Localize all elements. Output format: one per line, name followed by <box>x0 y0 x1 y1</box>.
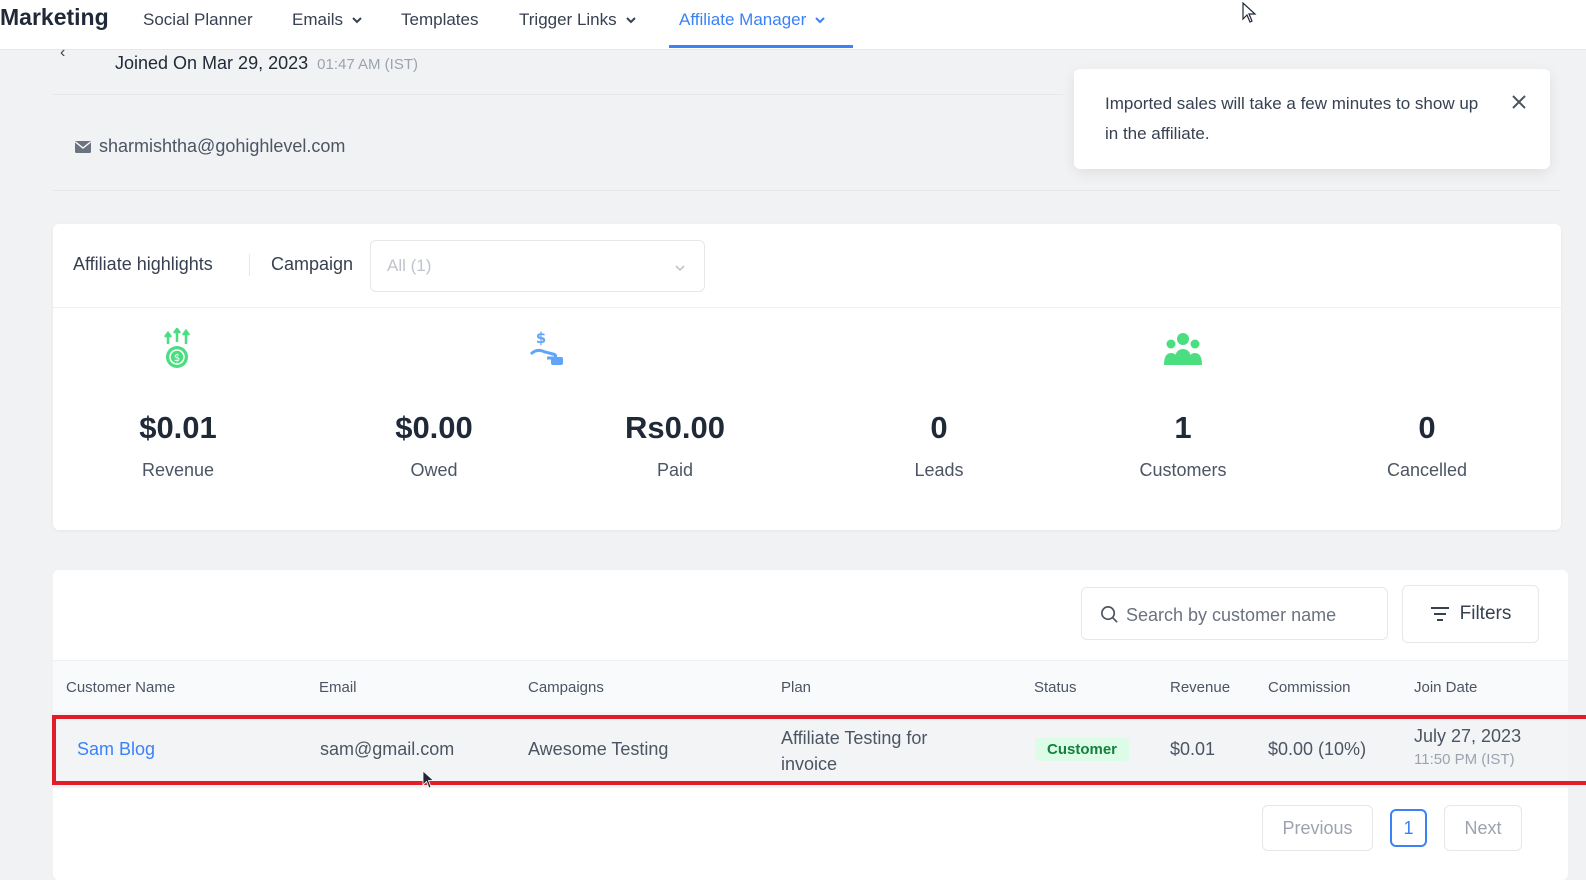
chevron-down-icon <box>815 17 825 24</box>
stat-leads-value: 0 <box>930 410 948 445</box>
filters-label: Filters <box>1459 603 1512 624</box>
stat-revenue: $ $0.01 Revenue <box>68 324 288 481</box>
close-icon[interactable] <box>1510 93 1528 111</box>
next-label: Next <box>1464 817 1502 838</box>
chevron-down-icon <box>352 17 362 24</box>
th-revenue: Revenue <box>1170 679 1231 696</box>
nav-social-planner-label: Social Planner <box>143 10 253 29</box>
stat-customers: 1 Customers <box>1073 324 1293 481</box>
stat-owed-label: Owed <box>410 460 458 480</box>
th-plan: Plan <box>781 679 812 696</box>
stat-customers-value: 1 <box>1174 410 1192 445</box>
page-number-label: 1 <box>1403 817 1414 838</box>
stat-paid-label: Paid <box>656 460 694 480</box>
stat-paid: $ Rs0.00 Paid <box>529 324 785 481</box>
affiliate-highlights-card: Affiliate highlights Campaign All (1) $ … <box>53 224 1561 530</box>
toast-message: Imported sales will take a few minutes t… <box>1105 94 1479 143</box>
money-growth-icon: $ <box>164 328 190 368</box>
affiliate-email-text: sharmishtha@gohighlevel.com <box>99 136 346 156</box>
stat-revenue-label: Revenue <box>141 460 215 480</box>
stat-owed: $0.00 Owed <box>324 324 544 481</box>
mouse-pointer-icon <box>1242 2 1257 23</box>
search-icon <box>1101 606 1118 623</box>
stat-cancelled: 0 Cancelled <box>1317 324 1537 481</box>
campaign-label: Campaign <box>271 254 354 274</box>
customer-search-input[interactable] <box>1126 603 1366 627</box>
next-page-button[interactable]: Next <box>1444 805 1522 851</box>
chevron-down-icon <box>625 17 636 24</box>
mouse-pointer-icon <box>422 770 435 789</box>
stat-cancelled-label: Cancelled <box>1386 460 1468 480</box>
joined-time: 01:47 AM (IST) <box>317 56 419 73</box>
stat-cancelled-value: 0 <box>1418 410 1436 445</box>
back-arrow-icon[interactable]: ‹ <box>60 44 65 62</box>
toast-notification: Imported sales will take a few minutes t… <box>1074 69 1550 169</box>
affiliate-email: sharmishtha@gohighlevel.com <box>75 136 345 157</box>
filters-button[interactable]: Filters <box>1402 585 1539 643</box>
page-number-button[interactable]: 1 <box>1390 809 1427 847</box>
hand-dollar-icon: $ <box>529 329 563 365</box>
group-icon <box>1164 333 1202 365</box>
customer-search[interactable] <box>1081 587 1388 640</box>
envelope-icon <box>75 140 91 153</box>
nav-trigger-links[interactable]: Trigger Links <box>519 8 637 32</box>
th-email: Email <box>319 679 357 696</box>
chevron-down-icon <box>675 265 685 272</box>
stat-paid-value: Rs0.00 <box>625 410 725 445</box>
th-status: Status <box>1034 679 1077 696</box>
th-commission: Commission <box>1268 679 1351 696</box>
active-tab-indicator <box>669 45 853 48</box>
table-header: Customer Name Email Campaigns Plan Statu… <box>53 660 1568 712</box>
th-join-date: Join Date <box>1414 679 1478 696</box>
nav-emails[interactable]: Emails <box>292 8 363 32</box>
divider <box>53 307 1561 308</box>
highlights-title: Affiliate highlights <box>73 254 213 274</box>
svg-text:$: $ <box>536 329 546 347</box>
th-campaigns: Campaigns <box>528 679 604 696</box>
nav-trigger-links-label: Trigger Links <box>519 10 617 29</box>
stat-customers-label: Customers <box>1139 460 1227 480</box>
previous-page-button[interactable]: Previous <box>1262 805 1373 851</box>
divider <box>53 190 1561 191</box>
nav-affiliate-manager-label: Affiliate Manager <box>679 10 807 29</box>
previous-label: Previous <box>1282 817 1353 838</box>
nav-templates[interactable]: Templates <box>401 8 478 32</box>
nav-templates-label: Templates <box>401 10 479 29</box>
divider <box>53 94 1063 95</box>
stat-owed-value: $0.00 <box>395 410 473 445</box>
top-nav: Marketing Social Planner Emails Template… <box>0 0 1586 50</box>
campaign-select[interactable]: All (1) <box>370 240 705 292</box>
nav-affiliate-manager[interactable]: Affiliate Manager <box>679 8 826 32</box>
svg-text:$: $ <box>174 353 180 364</box>
th-customer-name: Customer Name <box>66 679 176 696</box>
filter-icon <box>1430 607 1449 621</box>
nav-social-planner[interactable]: Social Planner <box>143 8 253 32</box>
stat-revenue-value: $0.01 <box>139 410 217 445</box>
divider <box>249 254 250 276</box>
joined-date: Joined On Mar 29, 2023 01:47 AM (IST) <box>115 53 418 74</box>
stat-leads-label: Leads <box>914 460 964 480</box>
brand-title: Marketing <box>0 4 109 30</box>
joined-label: Joined On Mar 29, 2023 <box>115 53 309 73</box>
campaign-select-value: All (1) <box>387 256 432 275</box>
stat-leads: 0 Leads <box>829 324 1049 481</box>
row-highlight-box <box>52 715 1586 785</box>
nav-emails-label: Emails <box>292 10 344 29</box>
